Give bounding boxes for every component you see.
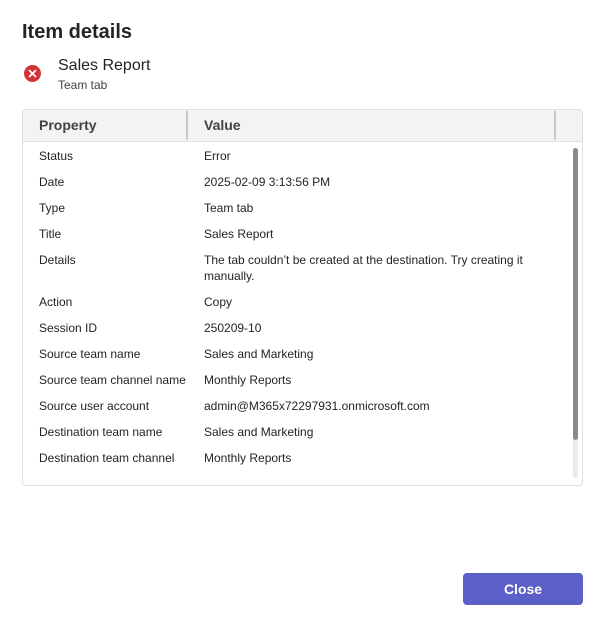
row-value: Error <box>204 149 231 163</box>
error-circle-icon <box>24 65 41 82</box>
column-divider[interactable] <box>186 111 188 140</box>
table-header-row: Property Value <box>23 110 582 142</box>
row-value: Sales and Marketing <box>204 347 314 361</box>
row-property: Action <box>39 295 73 309</box>
row-property: Session ID <box>39 321 98 335</box>
table-row: Action Copy <box>23 288 571 314</box>
row-value: Monthly Reports <box>204 373 292 387</box>
row-property: Title <box>39 227 62 241</box>
item-subtitle: Team tab <box>58 78 108 92</box>
table-row: Destination team name Sales and Marketing <box>23 418 571 444</box>
column-divider[interactable] <box>554 111 556 140</box>
table-row: Title Sales Report <box>23 220 571 246</box>
table-row: Details The tab couldn’t be created at th… <box>23 246 571 288</box>
row-property: Details <box>39 253 76 267</box>
row-value: Monthly Reports <box>204 451 292 465</box>
row-value: Team tab <box>204 201 254 215</box>
table-row: Date 2025-02-09 3:13:56 PM <box>23 168 571 194</box>
table-row: Status Error <box>23 142 571 168</box>
details-table: Property Value Status Error Date 2025-02-09… <box>22 109 583 486</box>
row-value: The tab couldn’t be created at the desti… <box>204 253 523 283</box>
row-value: 2025-02-09 3:13:56 PM <box>204 175 331 189</box>
row-value: 250209-10 <box>204 321 262 335</box>
row-property: Source team name <box>39 347 141 361</box>
table-body: Status Error Date 2025-02-09 3:13:56 PM Type… <box>23 142 571 485</box>
scrollbar-thumb[interactable] <box>573 148 578 440</box>
row-value: Sales Report <box>204 227 274 241</box>
close-button[interactable]: Close <box>463 573 583 605</box>
column-header-value[interactable]: Value <box>204 110 241 141</box>
row-value: Copy <box>204 295 233 309</box>
table-row: Source user account admin@M365x72297931.o… <box>23 392 571 418</box>
row-property: Destination team name <box>39 425 163 439</box>
table-row: Source team name Sales and Marketing <box>23 340 571 366</box>
table-row: Destination team channel Monthly Reports <box>23 444 571 470</box>
column-header-property[interactable]: Property <box>39 110 97 141</box>
row-property: Date <box>39 175 65 189</box>
row-property: Type <box>39 201 66 215</box>
table-row: Source team channel name Monthly Reports <box>23 366 571 392</box>
row-property: Status <box>39 149 74 163</box>
item-name: Sales Report <box>58 57 151 74</box>
row-value: Sales and Marketing <box>204 425 314 439</box>
row-value: admin@M365x72297931.onmicrosoft.com <box>204 399 430 413</box>
row-property: Source team channel name <box>39 373 186 387</box>
table-row: Session ID 250209-10 <box>23 314 571 340</box>
row-property: Source user account <box>39 399 150 413</box>
dialog-title: Item details <box>22 21 133 43</box>
table-row: Type Team tab <box>23 194 571 220</box>
row-property: Destination team channel <box>39 451 175 465</box>
scrollbar[interactable] <box>573 148 578 478</box>
